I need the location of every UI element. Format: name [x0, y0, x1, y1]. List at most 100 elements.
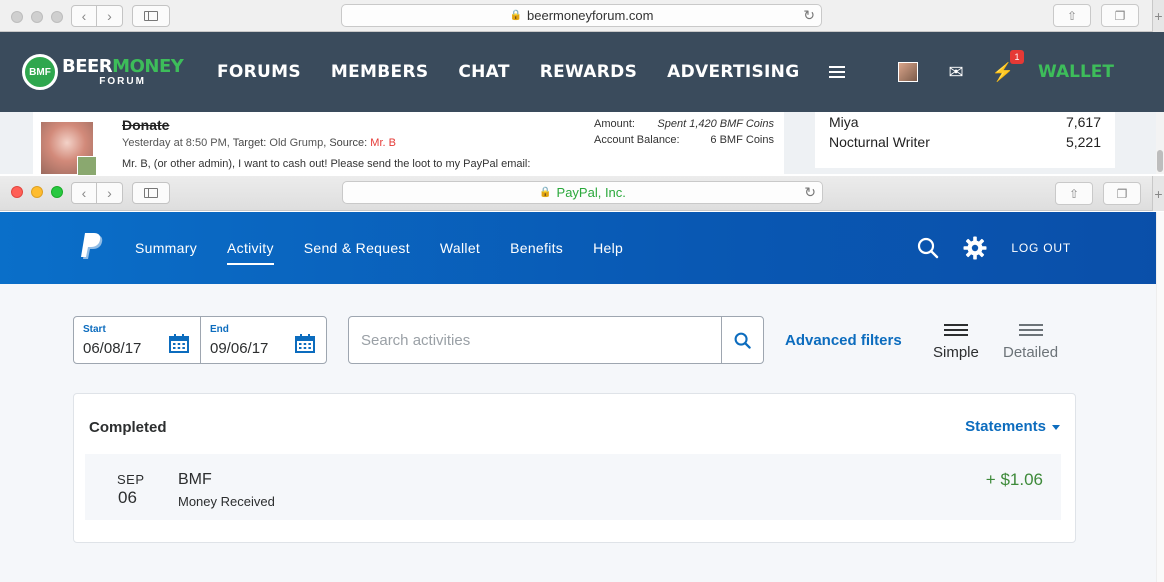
simple-list-icon	[943, 324, 968, 336]
tab-send-request[interactable]: Send & Request	[304, 212, 410, 284]
sidebar-icon	[144, 11, 158, 21]
detailed-view-label: Detailed	[1003, 344, 1059, 361]
bmf-content: Donate Yesterday at 8:50 PM, Target: Old…	[0, 112, 1164, 176]
sidebar-toggle-button[interactable]	[132, 182, 170, 204]
tab-activity[interactable]: Activity	[227, 212, 274, 284]
logo-subtitle: FORUM	[99, 75, 146, 87]
back-scrollbar[interactable]	[1156, 112, 1164, 174]
logo-words: BEERMONEY FORUM	[62, 55, 184, 87]
back-button[interactable]: ‹	[71, 5, 97, 27]
close-window-button[interactable]	[11, 186, 23, 198]
tabs-icon: ❐	[1114, 8, 1126, 23]
history-buttons: ‹ ›	[71, 182, 123, 204]
start-date-field[interactable]: Start 06/08/17	[74, 317, 200, 363]
transaction-amount: + $1.06	[985, 470, 1043, 489]
list-item[interactable]: Nocturnal Writer 5,221	[815, 132, 1115, 152]
search-button[interactable]	[721, 317, 763, 363]
wallet-link[interactable]: WALLET	[1038, 62, 1114, 82]
address-bar[interactable]: 🔒 PayPal, Inc. ↻	[342, 181, 823, 204]
toolbar-right: ⇧ ❐	[1043, 4, 1139, 27]
calendar-icon[interactable]	[169, 334, 189, 353]
post-avatar[interactable]	[41, 122, 97, 176]
paypal-browser-window: ‹ › 🔒 PayPal, Inc. ↻ ⇧ ❐ + Summary Activ…	[0, 176, 1164, 582]
advanced-filters-link[interactable]: Advanced filters	[785, 332, 902, 349]
transaction-month: SEP	[117, 472, 145, 487]
share-button[interactable]: ⇧	[1055, 182, 1093, 205]
start-date-value: 06/08/17	[83, 340, 142, 357]
avatar[interactable]	[898, 62, 919, 82]
detailed-view-toggle[interactable]: Detailed	[1003, 324, 1058, 361]
minimize-window-button[interactable]	[31, 186, 43, 198]
mini-avatar[interactable]	[77, 156, 97, 176]
tab-summary[interactable]: Summary	[135, 212, 197, 284]
hamburger-menu-icon[interactable]	[829, 63, 846, 81]
back-button[interactable]: ‹	[71, 182, 97, 204]
tabs-button[interactable]: ❐	[1103, 182, 1141, 205]
tabs-button[interactable]: ❐	[1101, 4, 1139, 27]
new-tab-button[interactable]: +	[1152, 176, 1164, 211]
share-icon: ⇧	[1068, 186, 1080, 201]
paypal-scrollbar[interactable]	[1156, 212, 1164, 582]
leader-value: 7,617	[1065, 114, 1101, 130]
leader-value: 5,221	[1065, 134, 1101, 150]
paypal-browser-toolbar: ‹ › 🔒 PayPal, Inc. ↻ ⇧ ❐ +	[0, 176, 1164, 211]
zoom-window-button[interactable]	[51, 11, 63, 23]
search-input[interactable]	[349, 317, 722, 363]
notification-badge: 1	[1009, 49, 1024, 64]
search-icon[interactable]	[917, 237, 939, 259]
menu-chat[interactable]: CHAT	[458, 62, 509, 82]
tab-benefits[interactable]: Benefits	[510, 212, 563, 284]
list-item[interactable]: Miya 7,617	[815, 112, 1115, 132]
tab-wallet[interactable]: Wallet	[440, 212, 480, 284]
statements-label: Statements	[965, 418, 1046, 435]
statements-dropdown[interactable]: Statements	[965, 418, 1060, 435]
menu-rewards[interactable]: REWARDS	[540, 62, 637, 82]
address-bar[interactable]: 🔒 beermoneyforum.com ↻	[341, 4, 822, 27]
lightning-icon[interactable]: ⚡ 1	[992, 49, 1024, 83]
simple-view-toggle[interactable]: Simple	[933, 324, 979, 361]
new-tab-button[interactable]: +	[1152, 0, 1164, 32]
leader-name: Nocturnal Writer	[829, 134, 930, 150]
completed-panel: Completed Statements SEP 06 BMF Money Re…	[73, 393, 1076, 543]
post-meta: Yesterday at 8:50 PM, Target: Old Grump,…	[122, 137, 396, 149]
calendar-icon[interactable]	[295, 334, 315, 353]
address-text: beermoneyforum.com	[527, 8, 654, 23]
menu-advertising[interactable]: ADVERTISING	[667, 62, 799, 82]
start-date-label: Start	[83, 324, 106, 335]
gear-icon[interactable]	[963, 236, 987, 260]
logo-title: BEERMONEY	[62, 55, 184, 77]
menu-members[interactable]: MEMBERS	[331, 62, 428, 82]
end-date-field[interactable]: End 09/06/17	[200, 317, 326, 363]
bmf-main-menu: FORUMS MEMBERS CHAT REWARDS ADVERTISING	[217, 32, 875, 112]
reload-icon[interactable]: ↻	[803, 7, 815, 24]
paypal-nav: Summary Activity Send & Request Wallet B…	[135, 212, 653, 284]
share-button[interactable]: ⇧	[1053, 4, 1091, 27]
logo-beer: BEER	[62, 55, 113, 77]
transaction-day: 06	[118, 488, 137, 507]
history-buttons: ‹ ›	[71, 5, 123, 27]
paypal-logo-icon[interactable]	[81, 233, 105, 261]
table-row[interactable]: SEP 06 BMF Money Received + $1.06	[85, 454, 1061, 520]
paypal-header-actions: LOG OUT	[917, 212, 1071, 284]
sidebar-icon	[144, 188, 158, 198]
source-user[interactable]: Mr. B	[370, 137, 396, 149]
donation-post: Donate Yesterday at 8:50 PM, Target: Old…	[33, 112, 784, 176]
forward-button[interactable]: ›	[97, 182, 123, 204]
activity-search	[348, 316, 764, 364]
target-user[interactable]: Old Grump	[269, 137, 323, 149]
close-window-button[interactable]	[11, 11, 23, 23]
post-time: Yesterday at 8:50 PM,	[122, 137, 230, 149]
minimize-window-button[interactable]	[31, 11, 43, 23]
tab-help[interactable]: Help	[593, 212, 623, 284]
zoom-window-button[interactable]	[51, 186, 63, 198]
sidebar-toggle-button[interactable]	[132, 5, 170, 27]
logo-money: MONEY	[112, 55, 184, 77]
reload-icon[interactable]: ↻	[804, 184, 816, 201]
forward-button[interactable]: ›	[97, 5, 123, 27]
address-text: PayPal, Inc.	[556, 185, 626, 200]
bmf-logo[interactable]: BMF BEERMONEY FORUM	[22, 54, 184, 90]
chevron-left-icon: ‹	[81, 8, 87, 24]
menu-forums[interactable]: FORUMS	[217, 62, 301, 82]
envelope-icon[interactable]: ✉	[948, 62, 963, 83]
logout-link[interactable]: LOG OUT	[1011, 241, 1071, 255]
